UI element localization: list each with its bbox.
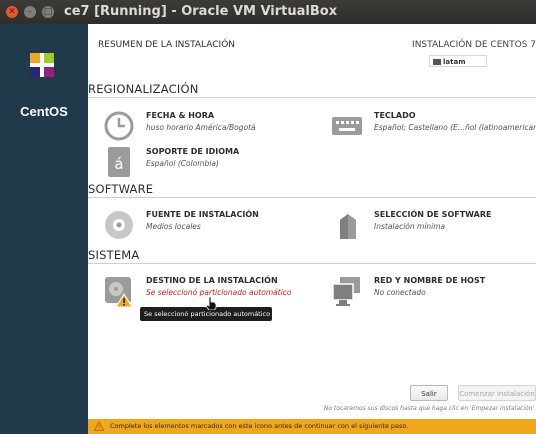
warning-bar: Complete los elementos marcados con este… (88, 419, 536, 434)
spoke-title: FECHA & HORA (146, 111, 215, 120)
keyboard-layout-indicator[interactable]: latam (429, 55, 487, 67)
keyboard-layout-label: latam (443, 58, 466, 66)
language-icon: á (108, 147, 130, 177)
section-divider (88, 97, 536, 98)
spoke-status: No conectado (374, 288, 426, 297)
section-title-regionalizacion: REGIONALIZACIÓN (88, 82, 199, 96)
window-titlebar[interactable]: ✕ – □ ce7 [Running] - Oracle VM VirtualB… (0, 0, 536, 24)
spoke-title: SELECCIÓN DE SOFTWARE (374, 210, 492, 219)
section-title-software: SOFTWARE (88, 182, 154, 196)
warning-message: Complete los elementos marcados con este… (110, 422, 409, 430)
centos-logo-icon (30, 53, 54, 77)
product-title: INSTALACIÓN DE CENTOS 7 (412, 40, 536, 50)
package-icon (340, 214, 356, 239)
spoke-title: TECLADO (374, 111, 416, 120)
network-icon (332, 277, 360, 306)
installation-summary: RESUMEN DE LA INSTALACIÓN INSTALACIÓN DE… (88, 24, 536, 419)
spoke-status: Español; Castellano (E...ñol (latinoamer… (374, 123, 536, 132)
window-maximize-button[interactable]: □ (42, 6, 54, 18)
hand-cursor-icon (205, 296, 217, 310)
keyboard-icon (332, 117, 362, 135)
window-minimize-button[interactable]: – (24, 6, 36, 18)
maximize-icon: □ (43, 7, 53, 17)
quit-button[interactable]: Salir (410, 385, 448, 401)
spoke-status: Español (Colombia) (146, 159, 219, 168)
disc-icon (105, 211, 133, 239)
minimize-icon: – (27, 7, 33, 17)
clock-icon (104, 111, 134, 141)
window-close-button[interactable]: ✕ (6, 6, 18, 18)
section-divider (88, 263, 536, 264)
close-icon: ✕ (8, 7, 16, 17)
spoke-status-warning: Se seleccionó particionado automático (146, 288, 292, 297)
spoke-title: FUENTE DE INSTALACIÓN (146, 210, 259, 219)
spoke-status: huso horario América/Bogotá (146, 123, 256, 132)
window-title: ce7 [Running] - Oracle VM VirtualBox (64, 4, 338, 19)
hard-drive-icon (105, 277, 133, 308)
section-title-sistema: SISTEMA (88, 248, 140, 262)
begin-installation-button[interactable]: Comenzar instalación (458, 385, 536, 401)
svg-text:á: á (114, 155, 123, 173)
footer-note: No tocaremos sus discos hasta que haga c… (323, 405, 536, 412)
section-divider (88, 197, 536, 198)
spoke-title: SOPORTE DE IDIOMA (146, 147, 240, 156)
centos-brand: CentOS (20, 104, 68, 119)
warning-icon (94, 421, 104, 431)
centos-sidebar: CentOS (0, 24, 88, 434)
spoke-title: DESTINO DE LA INSTALACIÓN (146, 276, 278, 285)
keyboard-small-icon (433, 59, 441, 65)
spoke-status: Medios locales (146, 222, 201, 231)
page-title: RESUMEN DE LA INSTALACIÓN (98, 40, 236, 50)
spoke-title: RED Y NOMBRE DE HOST (374, 276, 486, 285)
spoke-status: Instalación mínima (374, 222, 446, 231)
